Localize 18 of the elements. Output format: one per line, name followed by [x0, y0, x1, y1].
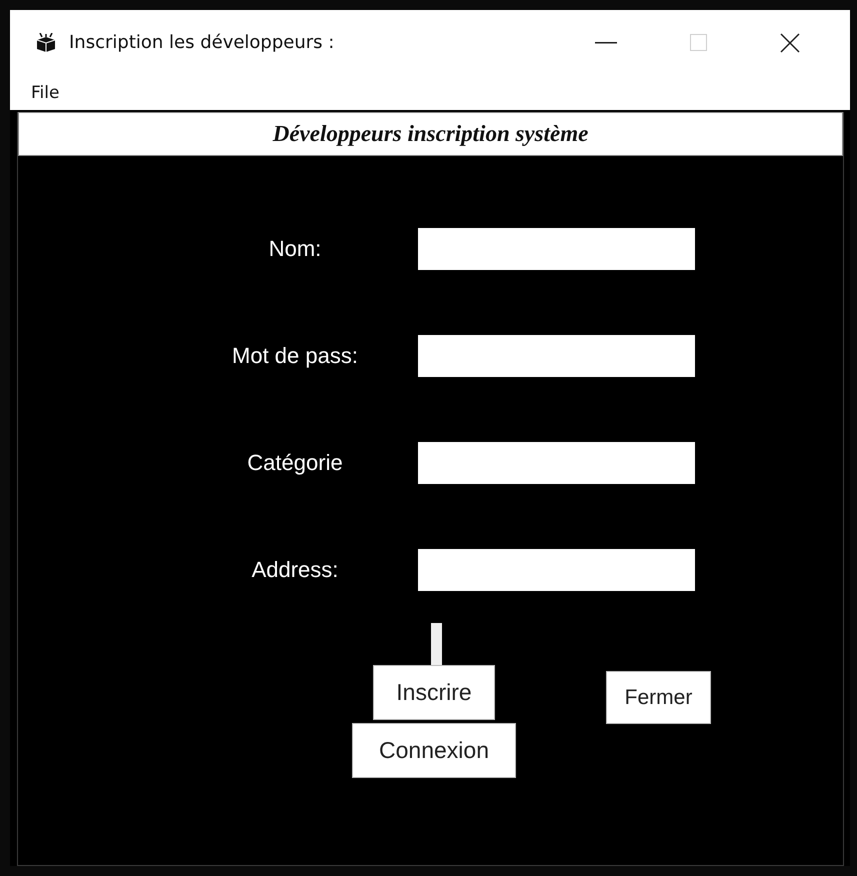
minimize-icon[interactable]: [595, 42, 617, 44]
header-title: Développeurs inscription système: [18, 112, 843, 156]
field-label: Catégorie: [246, 450, 344, 476]
menu-item[interactable]: File: [28, 80, 62, 104]
blank-label: [430, 623, 442, 665]
close-icon[interactable]: [780, 32, 800, 52]
input-field[interactable]: [418, 228, 695, 270]
field-label: Nom:: [268, 236, 322, 262]
close-button[interactable]: Fermer: [606, 671, 711, 724]
package-icon: [35, 32, 57, 52]
field-label: Address:: [250, 557, 340, 583]
input-field[interactable]: [418, 335, 695, 377]
login-button[interactable]: Connexion: [352, 723, 516, 778]
input-field[interactable]: [418, 442, 695, 484]
field-label: Mot de pass:: [231, 343, 359, 369]
window-title: Inscription les développeurs :: [69, 32, 336, 53]
input-field[interactable]: [418, 549, 695, 591]
register-button[interactable]: Inscrire: [373, 665, 495, 720]
